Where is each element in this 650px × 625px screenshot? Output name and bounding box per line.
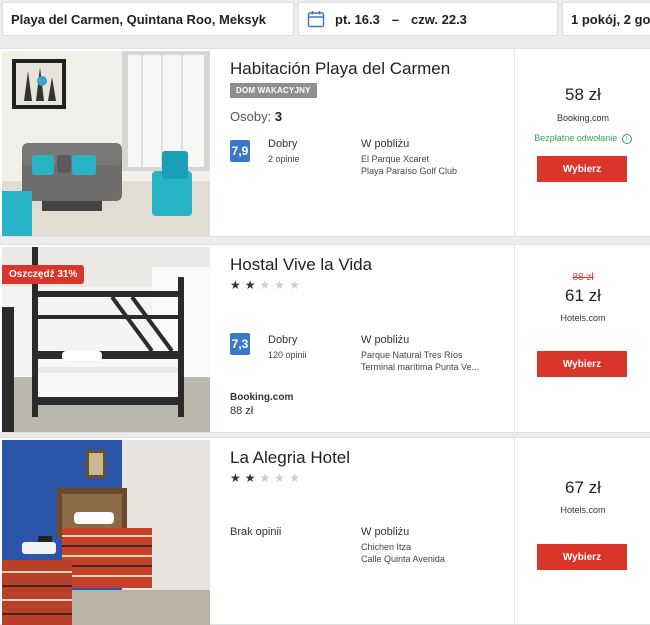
nearby-item: Playa Paraíso Golf Club	[361, 166, 458, 176]
destination-value: Playa del Carmen, Quintana Roo, Meksyk	[11, 11, 267, 27]
hotel-card: Habitación Playa del Carmen DOM WAKACYJN…	[0, 48, 650, 237]
rating-word: Dobry	[268, 138, 298, 150]
star-icon: ★	[230, 471, 241, 485]
hotel-card: Oszczędź 31% Hostal Vive la Vida ★ ★ ★ ★…	[0, 244, 650, 433]
star-icon: ★	[274, 471, 286, 485]
price[interactable]: 58 zł	[515, 85, 650, 105]
date-from: pt. 16.3	[335, 11, 380, 27]
hotel-name[interactable]: Hostal Vive la Vida	[230, 255, 372, 275]
property-type-badge: DOM WAKACYJNY	[230, 83, 317, 98]
destination-field[interactable]: Playa del Carmen, Quintana Roo, Meksyk	[2, 2, 294, 36]
review-count[interactable]: 120 opinii	[268, 350, 307, 360]
hotel-info: La Alegria Hotel ★ ★ ★ ★ ★ Brak opinii W…	[230, 438, 512, 624]
nearby-heading: W pobliżu	[361, 138, 410, 150]
star-icon: ★	[274, 278, 286, 292]
info-icon[interactable]: i	[621, 133, 632, 144]
price[interactable]: 67 zł	[515, 478, 650, 498]
search-bar: Playa del Carmen, Quintana Roo, Meksyk p…	[0, 0, 650, 40]
guests-label: Osoby:	[230, 109, 272, 124]
hotel-name[interactable]: La Alegria Hotel	[230, 448, 350, 468]
no-reviews-label: Brak opinii	[230, 526, 282, 538]
alternative-provider[interactable]: Booking.com	[230, 392, 293, 403]
star-icon: ★	[289, 278, 300, 292]
free-cancellation-label: Bezpłatne odwołanie	[534, 133, 618, 143]
price-column: 58 zł Booking.com Bezpłatne odwołanie i …	[514, 49, 650, 236]
nearby-item: Terminal marítima Punta Ve...	[361, 362, 480, 372]
star-icon: ★	[289, 471, 300, 485]
star-icon: ★	[259, 278, 271, 292]
price-column: 88 zł 61 zł Hotels.com Wybierz	[514, 245, 650, 432]
hotel-name[interactable]: Habitación Playa del Carmen	[230, 59, 450, 79]
price[interactable]: 61 zł	[515, 286, 650, 306]
review-score[interactable]: 7,9	[230, 140, 250, 162]
hotel-info: Habitación Playa del Carmen DOM WAKACYJN…	[230, 49, 512, 236]
old-price: 88 zł	[572, 272, 594, 283]
alternative-price: 88 zł	[230, 405, 254, 417]
star-icon: ★	[244, 278, 256, 292]
provider-name: Hotels.com	[560, 505, 606, 515]
star-icon: ★	[259, 471, 271, 485]
guests-value: 3	[274, 109, 283, 124]
nearby-item: Parque Natural Tres Ríos	[361, 350, 463, 360]
rooms-guests-field[interactable]: 1 pokój, 2 goście	[562, 2, 650, 36]
hotel-photo[interactable]	[2, 440, 210, 625]
free-cancellation: Bezpłatne odwołanie i	[515, 133, 650, 144]
star-icon: ★	[230, 278, 241, 292]
star-rating: ★ ★ ★ ★ ★	[230, 472, 300, 484]
review-count[interactable]: 2 opinie	[268, 154, 300, 164]
star-icon: ★	[244, 471, 256, 485]
dates-field[interactable]: pt. 16.3 – czw. 22.3	[298, 2, 558, 36]
price-column: 67 zł Hotels.com Wybierz	[514, 438, 650, 624]
nearby-item: Calle Quinta Avenida	[361, 554, 445, 564]
review-score[interactable]: 7,3	[230, 333, 250, 355]
rooms-guests-value: 1 pokój, 2 goście	[571, 11, 650, 27]
select-button[interactable]: Wybierz	[537, 544, 627, 570]
nearby-item: El Parque Xcaret	[361, 154, 430, 164]
star-rating: ★ ★ ★ ★ ★	[230, 279, 300, 291]
hotel-card: La Alegria Hotel ★ ★ ★ ★ ★ Brak opinii W…	[0, 437, 650, 625]
hotel-photo[interactable]: Oszczędź 31%	[2, 247, 210, 432]
select-button[interactable]: Wybierz	[537, 351, 627, 377]
rating-word: Dobry	[268, 334, 298, 346]
calendar-icon	[307, 10, 325, 28]
date-to: czw. 22.3	[411, 11, 467, 27]
guests-info: Osoby: 3	[230, 109, 282, 124]
date-separator: –	[391, 11, 400, 27]
provider-name: Booking.com	[556, 113, 610, 123]
hotel-photo[interactable]	[2, 51, 210, 236]
provider-name: Hotels.com	[560, 313, 606, 323]
hotel-info: Hostal Vive la Vida ★ ★ ★ ★ ★ 7,3 Dobry …	[230, 245, 512, 432]
nearby-heading: W pobliżu	[361, 334, 410, 346]
discount-badge: Oszczędź 31%	[2, 265, 85, 284]
nearby-heading: W pobliżu	[361, 526, 410, 538]
select-button[interactable]: Wybierz	[537, 156, 627, 182]
nearby-item: Chichen Itza	[361, 542, 412, 552]
